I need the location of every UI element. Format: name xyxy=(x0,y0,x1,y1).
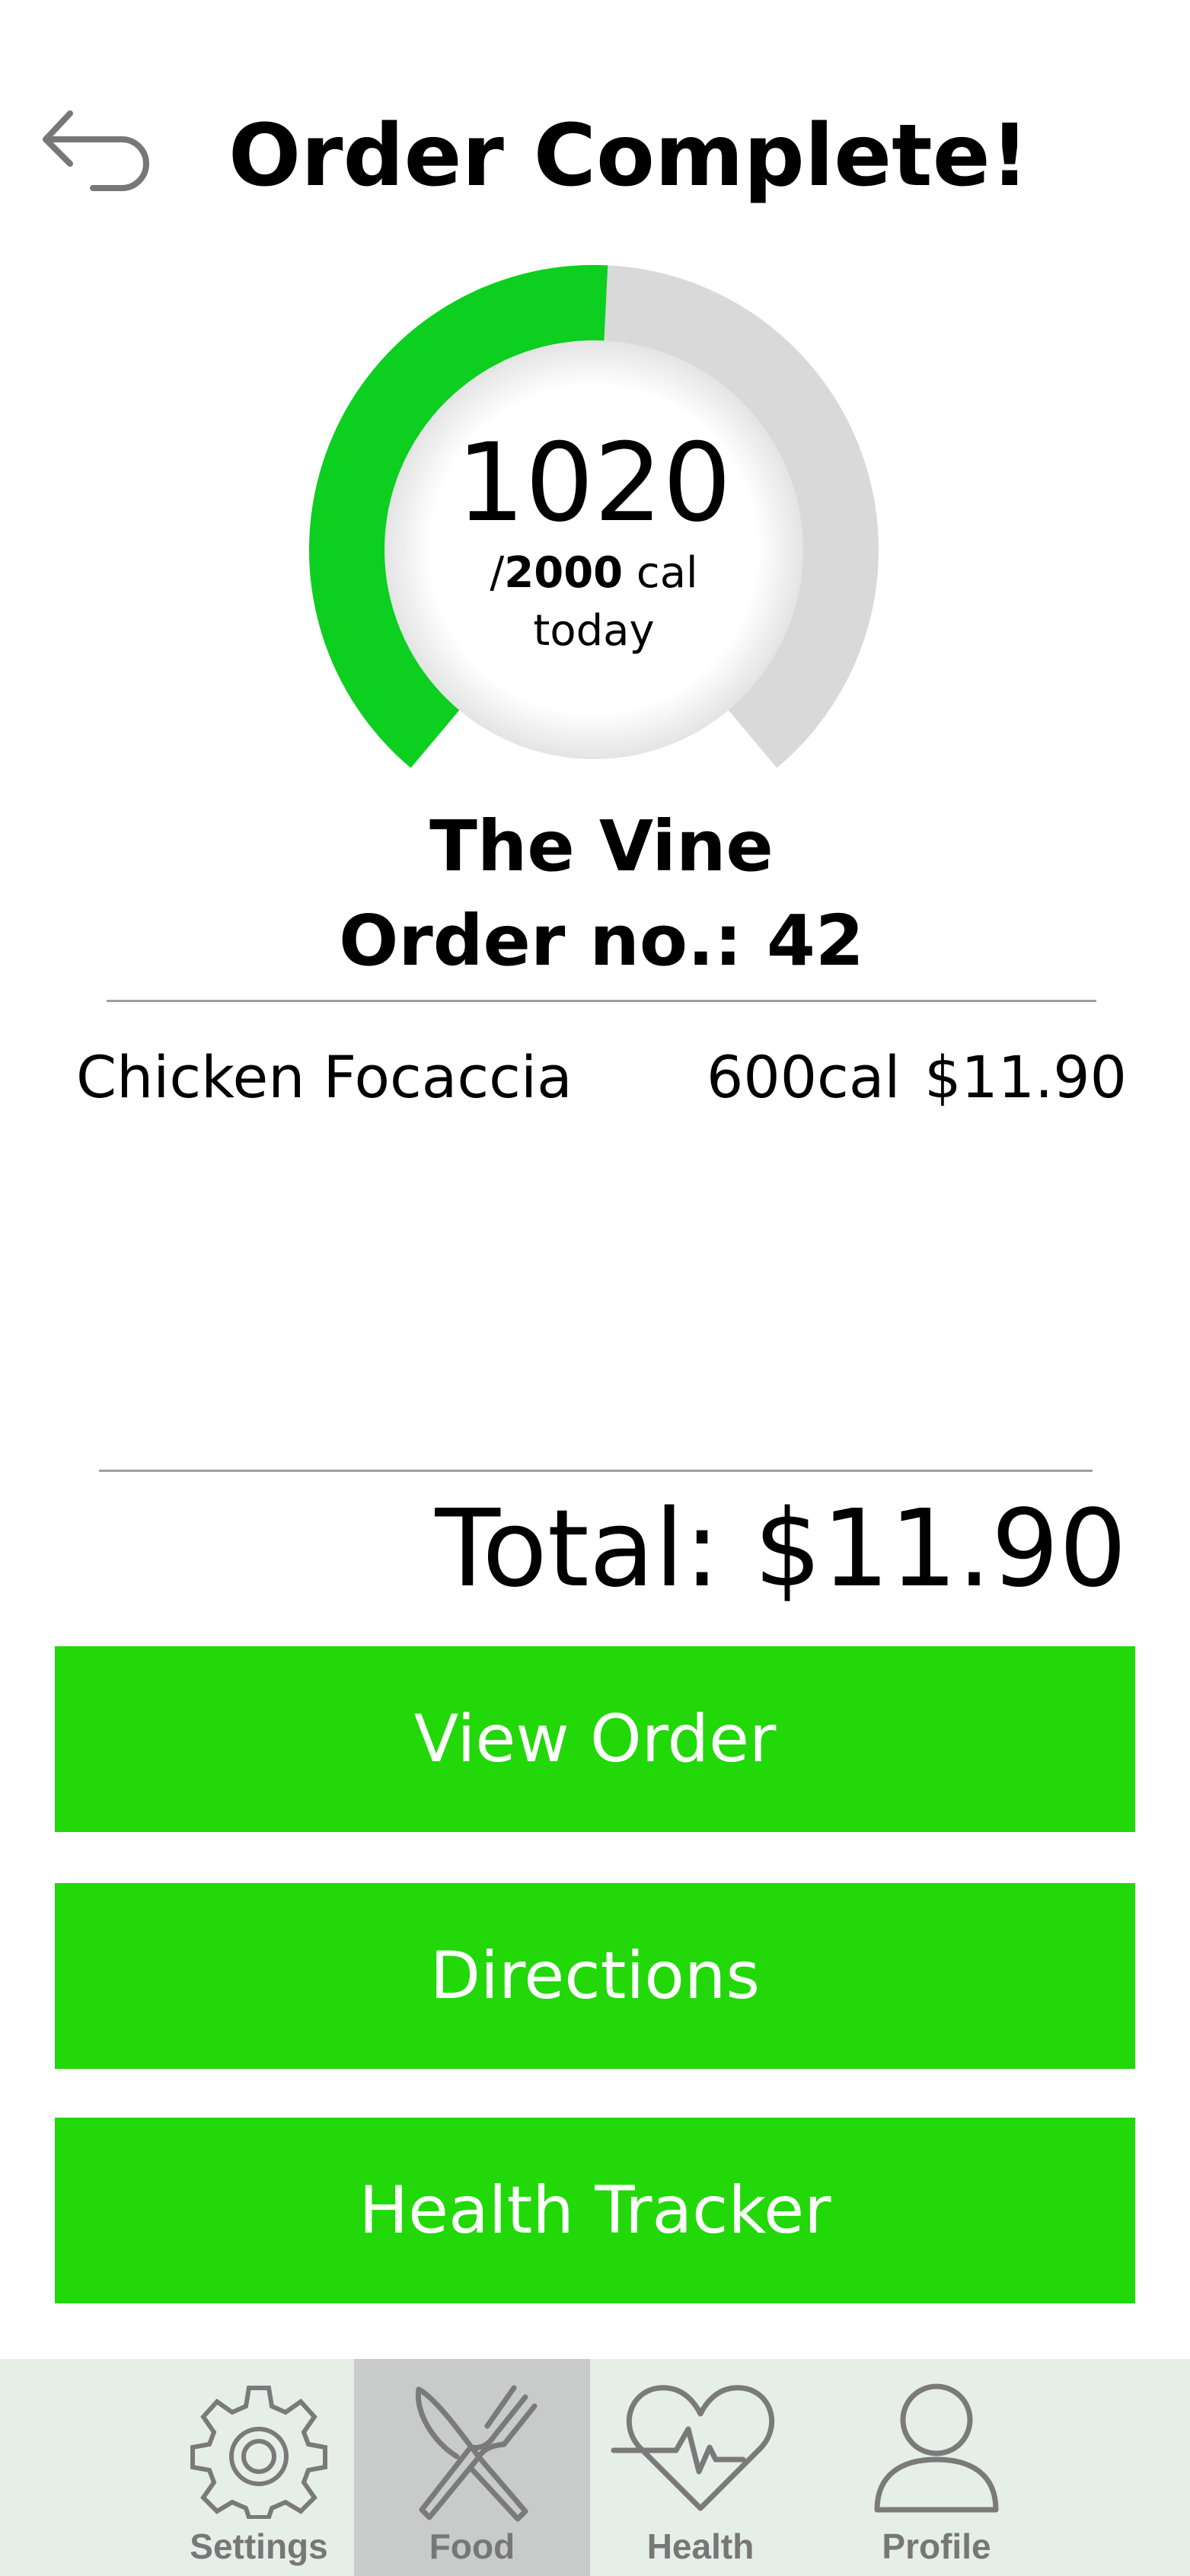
fork-knife-icon xyxy=(415,2385,538,2522)
goal-prefix: / xyxy=(490,548,505,598)
order-number: Order no.: 42 xyxy=(339,900,864,982)
divider-bottom xyxy=(99,1470,1093,1472)
nav-item-food[interactable]: Food xyxy=(354,2359,590,2576)
person-icon xyxy=(874,2383,999,2513)
goal-value: 2000 xyxy=(504,548,624,598)
health-tracker-button[interactable]: Health Tracker xyxy=(55,2118,1135,2303)
bottom-nav: Settings Food Health Profile xyxy=(0,2359,1190,2576)
nav-label: Health xyxy=(646,2527,755,2566)
item-calories: 600cal xyxy=(707,1043,901,1111)
calories-consumed: 1020 xyxy=(456,420,732,546)
nav-label: Profile xyxy=(882,2527,991,2566)
nav-item-health[interactable]: Health xyxy=(590,2359,811,2576)
divider-top xyxy=(107,1000,1096,1002)
item-name: Chicken Focaccia xyxy=(76,1043,573,1111)
goal-unit: cal xyxy=(623,548,698,598)
nav-item-settings[interactable]: Settings xyxy=(148,2359,369,2576)
gear-icon xyxy=(190,2386,327,2519)
item-price: $11.90 xyxy=(924,1043,1127,1111)
order-total: Total: $11.90 xyxy=(435,1487,1128,1611)
directions-button[interactable]: Directions xyxy=(55,1883,1135,2069)
nav-item-profile[interactable]: Profile xyxy=(826,2359,1047,2576)
back-button[interactable] xyxy=(40,103,150,194)
view-order-button[interactable]: View Order xyxy=(55,1646,1135,1832)
nav-label: Food xyxy=(429,2527,515,2566)
gauge-readout: 1020 /2000 cal today xyxy=(404,423,784,660)
gauge-period: today xyxy=(533,606,655,656)
heart-pulse-icon xyxy=(611,2385,775,2511)
nav-label: Settings xyxy=(190,2527,328,2566)
restaurant-name: The Vine xyxy=(429,806,774,887)
back-arrow-icon xyxy=(43,110,149,191)
calorie-goal: /2000 cal xyxy=(404,544,784,602)
page-title: Order Complete! xyxy=(228,107,1029,206)
order-item-row: Chicken Focaccia 600cal $11.90 xyxy=(76,1036,1127,1119)
